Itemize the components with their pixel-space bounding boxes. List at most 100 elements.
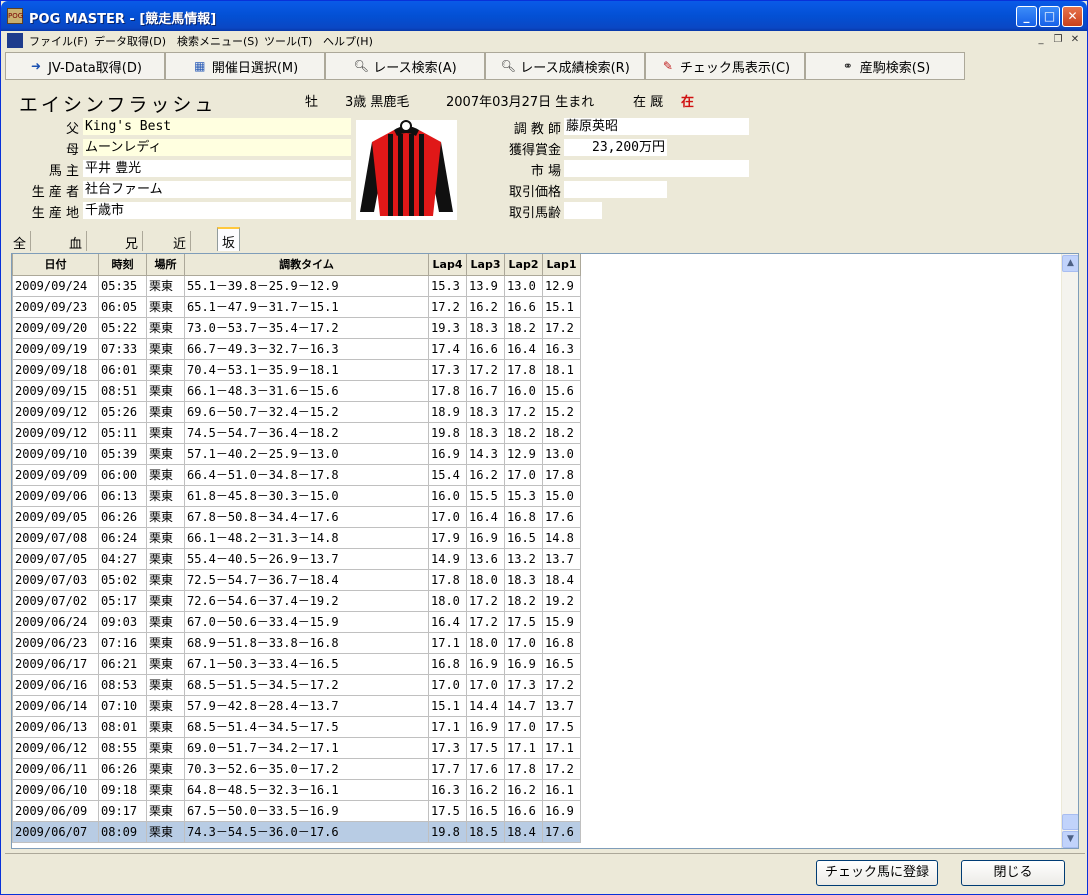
cell-time: 05:39 bbox=[98, 442, 147, 465]
cell-lap2: 17.2 bbox=[504, 400, 543, 423]
mdi-restore-button[interactable]: ❐ bbox=[1051, 34, 1065, 47]
cell-time: 06:13 bbox=[98, 484, 147, 507]
table-row[interactable]: 2009/09/05 06:26 栗東 67.8－50.8－34.4－17.6 17.0… bbox=[12, 505, 581, 528]
table-row[interactable]: 2009/06/23 07:16 栗東 68.9－51.8－33.8－16.8 17.1… bbox=[12, 631, 581, 654]
tab-slope-training[interactable]: 坂路調教一覧 bbox=[217, 227, 241, 346]
table-row[interactable]: 2009/06/09 09:17 栗東 67.5－50.0－33.5－16.9 17.5… bbox=[12, 799, 581, 822]
header-training-time[interactable]: 調教タイム bbox=[184, 254, 429, 276]
header-date[interactable]: 日付 bbox=[12, 254, 99, 276]
check-horse-label: チェック馬表示(C) bbox=[679, 60, 791, 76]
tab-all-results[interactable]: 全成績 bbox=[9, 231, 32, 290]
maximize-button[interactable]: □ bbox=[1039, 6, 1060, 27]
cell-lap3: 17.2 bbox=[466, 589, 505, 612]
cell-lap2: 17.5 bbox=[504, 610, 543, 633]
header-lap4[interactable]: Lap4 bbox=[428, 254, 467, 276]
menu-file[interactable]: ファイル(F) bbox=[29, 33, 88, 49]
cell-lap1: 17.6 bbox=[542, 505, 581, 528]
market-field bbox=[564, 160, 749, 177]
race-result-search-button[interactable]: 🔍︎ レース成績検索(R) bbox=[485, 52, 645, 80]
jv-data-button[interactable]: ➜ JV-Data取得(D) bbox=[5, 52, 165, 80]
scroll-thumb[interactable] bbox=[1062, 814, 1078, 830]
header-lap2[interactable]: Lap2 bbox=[504, 254, 543, 276]
table-row[interactable]: 2009/07/03 05:02 栗東 72.5－54.7－36.7－18.4 17.8… bbox=[12, 568, 581, 591]
menu-search[interactable]: 検索メニュー(S) bbox=[177, 33, 259, 49]
check-horse-button[interactable]: ✎ チェック馬表示(C) bbox=[645, 52, 805, 80]
owner-field: 平井 豊光 bbox=[83, 160, 351, 177]
cell-lap1: 16.8 bbox=[542, 631, 581, 654]
table-row[interactable]: 2009/06/24 09:03 栗東 67.0－50.6－33.4－15.9 16.4… bbox=[12, 610, 581, 633]
document-icon[interactable] bbox=[7, 33, 23, 48]
header-lap3[interactable]: Lap3 bbox=[466, 254, 505, 276]
table-row[interactable]: 2009/09/19 07:33 栗東 66.7－49.3－32.7－16.3 17.4… bbox=[12, 337, 581, 360]
table-row[interactable]: 2009/06/07 08:09 栗東 74.3－54.5－36.0－17.6 19.8… bbox=[12, 820, 581, 843]
table-row[interactable]: 2009/09/20 05:22 栗東 73.0－53.7－35.4－17.2 19.3… bbox=[12, 316, 581, 339]
table-row[interactable]: 2009/06/16 08:53 栗東 68.5－51.5－34.5－17.2 17.0… bbox=[12, 673, 581, 696]
training-grid[interactable]: 日付 時刻 場所 調教タイム Lap4 Lap3 Lap2 Lap1 2009/09/24 05… bbox=[11, 253, 1079, 849]
table-row[interactable]: 2009/09/09 06:00 栗東 66.4－51.0－34.8－17.8 15.4… bbox=[12, 463, 581, 486]
table-row[interactable]: 2009/06/17 06:21 栗東 67.1－50.3－33.4－16.5 16.8… bbox=[12, 652, 581, 675]
mdi-minimize-button[interactable]: _ bbox=[1034, 34, 1048, 47]
cell-date: 2009/09/09 bbox=[12, 463, 99, 486]
table-row[interactable]: 2009/09/18 06:01 栗東 70.4－53.1－35.9－18.1 17.3… bbox=[12, 358, 581, 381]
toolbar: ➜ JV-Data取得(D) ▦ 開催日選択(M) 🔍︎ レース検索(A) 🔍︎… bbox=[5, 52, 1085, 80]
cell-training-time: 66.4－51.0－34.8－17.8 bbox=[184, 463, 429, 486]
cell-training-time: 66.1－48.3－31.6－15.6 bbox=[184, 379, 429, 402]
menu-data[interactable]: データ取得(D) bbox=[94, 33, 166, 49]
sire-field: King's Best bbox=[83, 118, 351, 135]
header-lap1[interactable]: Lap1 bbox=[542, 254, 581, 276]
table-row[interactable]: 2009/09/06 06:13 栗東 61.8－45.8－30.3－15.0 16.0… bbox=[12, 484, 581, 507]
offspring-search-button[interactable]: ⚭ 産駒検索(S) bbox=[805, 52, 965, 80]
tab-pedigree[interactable]: 血統表 bbox=[65, 231, 88, 290]
cell-time: 09:03 bbox=[98, 610, 147, 633]
cell-lap1: 15.2 bbox=[542, 400, 581, 423]
table-row[interactable]: 2009/09/10 05:39 栗東 57.1－40.2－25.9－13.0 16.9… bbox=[12, 442, 581, 465]
table-row[interactable]: 2009/06/13 08:01 栗東 68.5－51.4－34.5－17.5 17.1… bbox=[12, 715, 581, 738]
table-row[interactable]: 2009/07/08 06:24 栗東 66.1－48.2－31.3－14.8 17.9… bbox=[12, 526, 581, 549]
scroll-up-icon[interactable]: ▲ bbox=[1062, 255, 1078, 272]
title-bar[interactable]: POG POG MASTER - [競走馬情報] _ □ ✕ bbox=[1, 1, 1087, 31]
date-select-button[interactable]: ▦ 開催日選択(M) bbox=[165, 52, 325, 80]
menu-help[interactable]: ヘルプ(H) bbox=[323, 33, 373, 49]
table-row[interactable]: 2009/09/23 06:05 栗東 65.1－47.9－31.7－15.1 17.2… bbox=[12, 295, 581, 318]
scroll-down-icon[interactable]: ▼ bbox=[1062, 831, 1078, 848]
cell-date: 2009/06/17 bbox=[12, 652, 99, 675]
cell-lap1: 17.1 bbox=[542, 736, 581, 759]
table-row[interactable]: 2009/07/05 04:27 栗東 55.4－40.5－26.9－13.7 14.9… bbox=[12, 547, 581, 570]
cell-lap4: 16.8 bbox=[428, 652, 467, 675]
table-row[interactable]: 2009/09/12 05:11 栗東 74.5－54.7－36.4－18.2 19.8… bbox=[12, 421, 581, 444]
close-window-button[interactable]: ✕ bbox=[1062, 6, 1083, 27]
trade-age-field bbox=[564, 202, 602, 219]
register-check-horse-button[interactable]: チェック馬に登録 bbox=[816, 860, 938, 886]
tab-siblings[interactable]: 兄弟 bbox=[121, 231, 144, 271]
header-time[interactable]: 時刻 bbox=[98, 254, 147, 276]
table-row[interactable]: 2009/06/11 06:26 栗東 70.3－52.6－35.0－17.2 17.7… bbox=[12, 757, 581, 780]
cell-lap2: 17.8 bbox=[504, 757, 543, 780]
close-icon: ✕ bbox=[1067, 9, 1078, 23]
cell-time: 07:16 bbox=[98, 631, 147, 654]
cell-lap1: 12.9 bbox=[542, 274, 581, 297]
table-row[interactable]: 2009/07/02 05:17 栗東 72.6－54.6－37.4－19.2 18.0… bbox=[12, 589, 581, 612]
table-row[interactable]: 2009/06/14 07:10 栗東 57.9－42.8－28.4－13.7 15.1… bbox=[12, 694, 581, 717]
trade-age-label: 取引馬齢 bbox=[508, 206, 561, 221]
menu-tools[interactable]: ツール(T) bbox=[264, 33, 312, 49]
cell-time: 08:55 bbox=[98, 736, 147, 759]
cell-date: 2009/07/03 bbox=[12, 568, 99, 591]
race-search-button[interactable]: 🔍︎ レース検索(A) bbox=[325, 52, 485, 80]
table-row[interactable]: 2009/09/24 05:35 栗東 55.1－39.8－25.9－12.9 15.3… bbox=[12, 274, 581, 297]
cell-lap1: 15.1 bbox=[542, 295, 581, 318]
cell-time: 06:05 bbox=[98, 295, 147, 318]
cell-lap1: 14.8 bbox=[542, 526, 581, 549]
minimize-button[interactable]: _ bbox=[1016, 6, 1037, 27]
table-row[interactable]: 2009/06/10 09:18 栗東 64.8－48.5－32.3－16.1 16.3… bbox=[12, 778, 581, 801]
close-button[interactable]: 閉じる bbox=[961, 860, 1065, 886]
table-row[interactable]: 2009/09/15 08:51 栗東 66.1－48.3－31.6－15.6 17.8… bbox=[12, 379, 581, 402]
vertical-scrollbar[interactable]: ▲ ▼ bbox=[1061, 254, 1078, 848]
table-row[interactable]: 2009/09/12 05:26 栗東 69.6－50.7－32.4－15.2 18.9… bbox=[12, 400, 581, 423]
tab-relatives[interactable]: 近親 bbox=[169, 231, 192, 271]
mdi-close-button[interactable]: ✕ bbox=[1068, 34, 1082, 47]
owner-label: 馬 主 bbox=[48, 164, 79, 179]
table-row[interactable]: 2009/06/12 08:55 栗東 69.0－51.7－34.2－17.1 17.3… bbox=[12, 736, 581, 759]
cell-place: 栗東 bbox=[146, 295, 185, 318]
header-place[interactable]: 場所 bbox=[146, 254, 185, 276]
cell-lap2: 16.6 bbox=[504, 799, 543, 822]
